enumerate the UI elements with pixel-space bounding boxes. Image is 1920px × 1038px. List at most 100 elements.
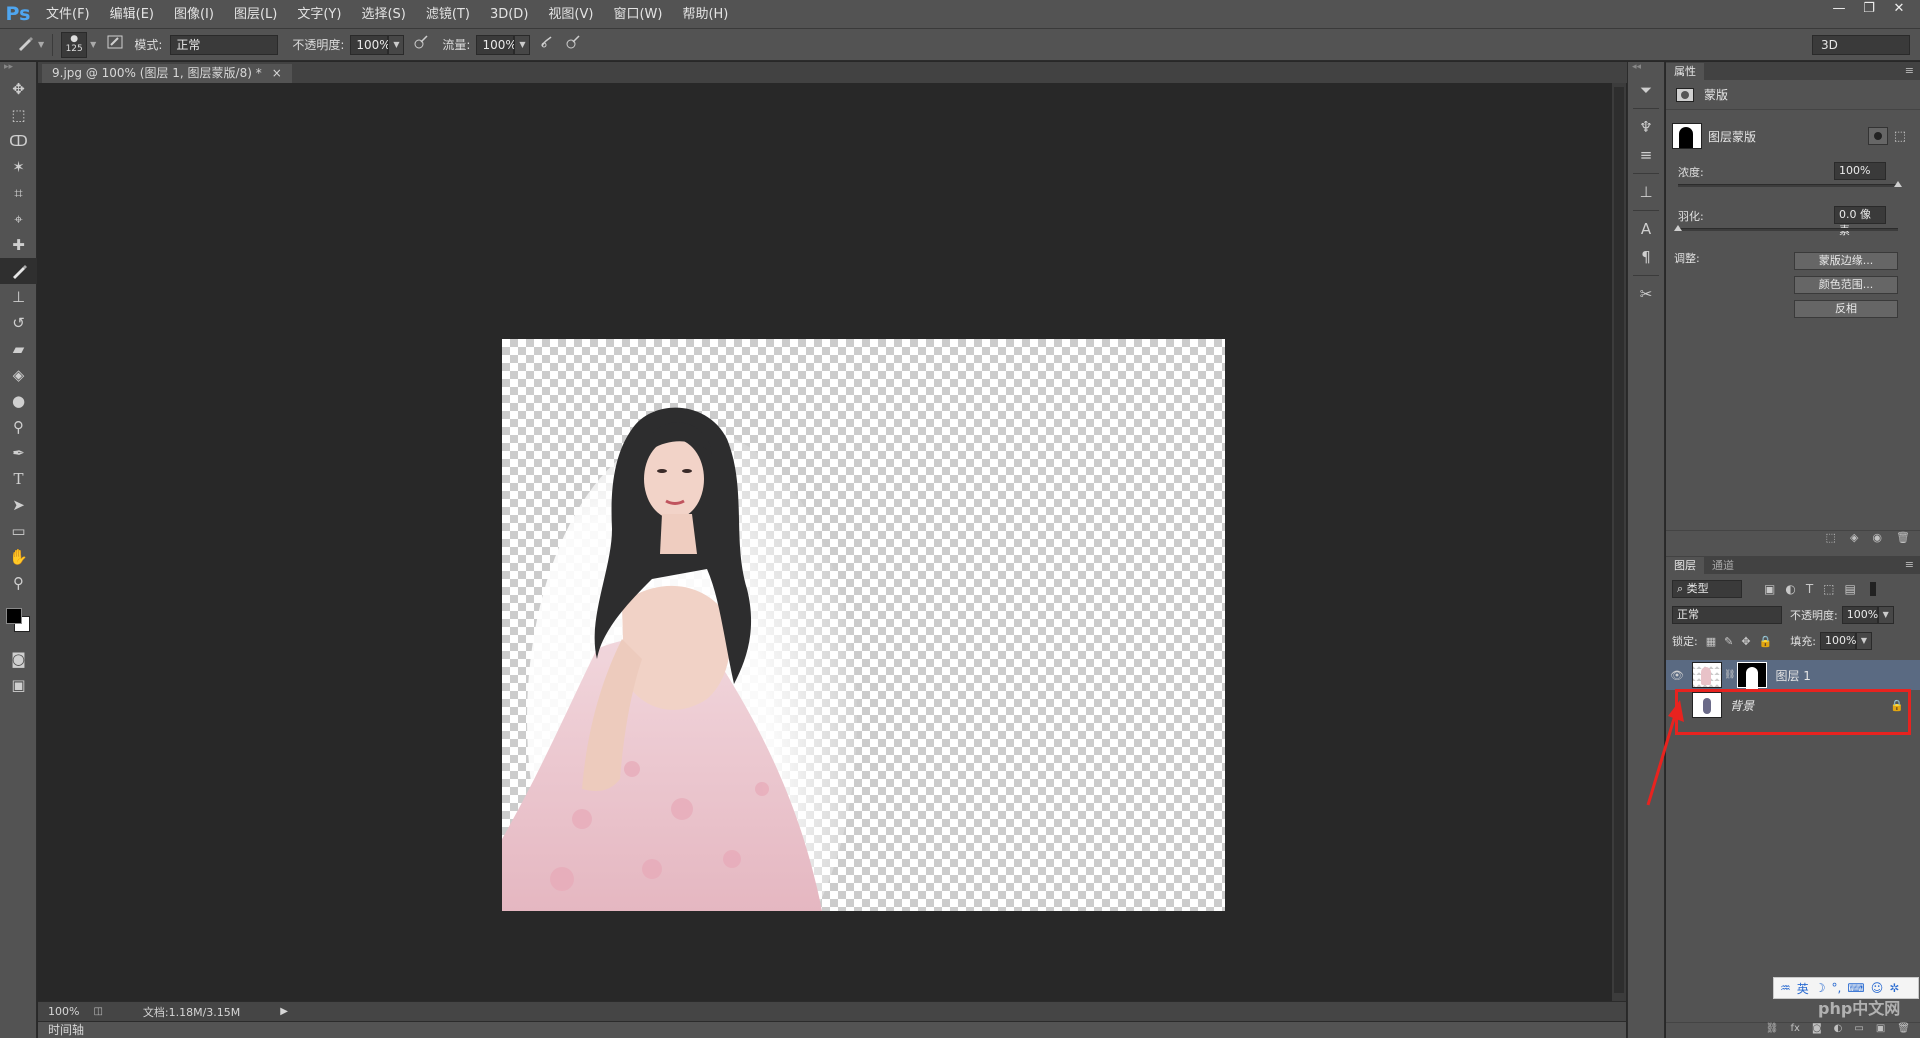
density-slider[interactable] <box>1678 181 1902 187</box>
document-window[interactable] <box>38 83 1612 1001</box>
ime-user-icon[interactable]: ☺ <box>1871 981 1884 995</box>
dodge-tool-icon[interactable]: ⚲ <box>0 414 37 440</box>
rectangle-tool-icon[interactable]: ▭ <box>0 518 37 544</box>
menu-3d[interactable]: 3D(D) <box>480 0 538 29</box>
dock-grip[interactable]: ◂◂ <box>1628 62 1664 76</box>
brush-tool-icon[interactable] <box>0 258 37 284</box>
load-selection-icon[interactable]: ⬚ <box>1826 531 1836 546</box>
history-panel-icon[interactable]: ⏷ <box>1628 76 1664 104</box>
scrollbar-thumb[interactable] <box>1614 87 1624 993</box>
pressure-size-icon[interactable] <box>562 34 584 56</box>
ime-moon-icon[interactable]: ☽ <box>1815 981 1826 995</box>
lock-all-icon[interactable]: 🔒 <box>1759 635 1773 648</box>
quick-mask-icon[interactable]: ◙ <box>0 646 37 672</box>
vertical-scrollbar[interactable] <box>1612 83 1626 1001</box>
zoom-tool-icon[interactable]: ⚲ <box>0 570 37 596</box>
feather-slider[interactable] <box>1674 225 1898 231</box>
chevron-down-icon[interactable]: ▼ <box>1877 606 1894 624</box>
tab-layers[interactable]: 图层 <box>1666 557 1704 574</box>
filter-type-icon[interactable]: T <box>1806 582 1813 596</box>
ime-language-indicator[interactable]: 英 <box>1797 980 1809 997</box>
clone-source-icon[interactable]: ⊥ <box>1628 178 1664 206</box>
paragraph-panel-icon[interactable]: ¶ <box>1628 243 1664 271</box>
magic-wand-tool-icon[interactable]: ✶ <box>0 154 37 180</box>
color-swatches[interactable] <box>0 596 36 646</box>
clone-stamp-tool-icon[interactable]: ⊥ <box>0 284 37 310</box>
document-tab[interactable]: 9.jpg @ 100% (图层 1, 图层蒙版/8) * × <box>42 64 292 83</box>
filter-adjustment-icon[interactable]: ◐ <box>1785 582 1795 596</box>
flow-input[interactable]: 100% <box>476 34 517 55</box>
brush-size-picker[interactable]: ● 125 <box>61 31 88 58</box>
menu-edit[interactable]: 编辑(E) <box>100 0 164 29</box>
blur-tool-icon[interactable]: ● <box>0 388 37 414</box>
toolbar-grip[interactable]: ▸▸ <box>0 62 36 76</box>
new-layer-icon[interactable]: ▣ <box>1876 1023 1885 1038</box>
layer-filter-select[interactable]: ⌕ 类型 <box>1672 580 1742 598</box>
feather-input[interactable]: 0.0 像素 <box>1834 206 1886 237</box>
pressure-opacity-icon[interactable] <box>410 34 432 56</box>
type-tool-icon[interactable]: T <box>0 466 37 492</box>
minimize-button[interactable]: — <box>1824 0 1854 18</box>
opacity-input[interactable]: 100% <box>350 34 391 55</box>
adjustment-layer-icon[interactable]: ◐ <box>1834 1023 1843 1038</box>
menu-filter[interactable]: 滤镜(T) <box>416 0 480 29</box>
pen-tool-icon[interactable]: ✒ <box>0 440 37 466</box>
apply-mask-icon[interactable]: ◈ <box>1850 531 1858 546</box>
menu-file[interactable]: 文件(F) <box>36 0 100 29</box>
tab-channels[interactable]: 通道 <box>1704 557 1742 574</box>
select-vector-mask-icon[interactable]: ⬚ <box>1894 129 1906 144</box>
brush-tool-preset-icon[interactable] <box>14 34 36 56</box>
zoom-level[interactable]: 100% <box>48 1005 79 1018</box>
delete-mask-icon[interactable]: 🗑 <box>1896 531 1910 546</box>
new-group-icon[interactable]: ▭ <box>1854 1023 1863 1038</box>
feather-slider-thumb[interactable] <box>1674 225 1682 231</box>
brush-settings-icon[interactable]: ≡ <box>1628 141 1664 169</box>
fill-input[interactable]: 100% <box>1819 632 1856 650</box>
paint-bucket-tool-icon[interactable]: ◈ <box>0 362 37 388</box>
history-brush-tool-icon[interactable]: ↺ <box>0 310 37 336</box>
close-tab-icon[interactable]: × <box>272 64 282 83</box>
invert-button[interactable]: 反相 <box>1794 300 1898 318</box>
eyedropper-tool-icon[interactable]: ⌖ <box>0 206 37 232</box>
restore-button[interactable]: ❐ <box>1854 0 1884 18</box>
eraser-tool-icon[interactable]: ▰ <box>0 336 37 362</box>
chevron-down-icon[interactable]: ▼ <box>1855 632 1872 650</box>
density-slider-thumb[interactable] <box>1894 181 1902 187</box>
filter-smart-object-icon[interactable]: ▤ <box>1845 582 1856 596</box>
tab-properties[interactable]: 属性 <box>1666 63 1704 80</box>
timeline-panel-tab[interactable]: 时间轴 <box>38 1021 1626 1038</box>
mask-edge-button[interactable]: 蒙版边缘... <box>1794 252 1898 270</box>
menu-layer[interactable]: 图层(L) <box>224 0 287 29</box>
export-icon[interactable]: ◫ <box>93 1006 102 1017</box>
color-range-button[interactable]: 颜色范围... <box>1794 276 1898 294</box>
density-input[interactable]: 100% <box>1834 162 1886 180</box>
marquee-tool-icon[interactable]: ⬚ <box>0 102 37 128</box>
link-icon[interactable]: ⛓ <box>1724 670 1735 680</box>
menu-image[interactable]: 图像(I) <box>164 0 224 29</box>
filter-shape-icon[interactable]: ⬚ <box>1823 582 1834 596</box>
status-menu-arrow-icon[interactable]: ▶ <box>280 1006 288 1017</box>
image-canvas[interactable] <box>502 339 1225 911</box>
brush-presets-icon[interactable]: ♆ <box>1628 113 1664 141</box>
move-tool-icon[interactable]: ✥ <box>0 76 37 102</box>
chevron-down-icon[interactable]: ▼ <box>38 40 44 49</box>
ime-keyboard-icon[interactable]: ⌨ <box>1847 981 1864 995</box>
healing-brush-tool-icon[interactable]: ✚ <box>0 232 37 258</box>
menu-view[interactable]: 视图(V) <box>538 0 603 29</box>
hand-tool-icon[interactable]: ✋ <box>0 544 37 570</box>
panel-menu-icon[interactable]: ≡ <box>1905 558 1914 571</box>
filter-pixel-icon[interactable]: ▣ <box>1764 582 1775 596</box>
tool-presets-icon[interactable]: ✂ <box>1628 280 1664 308</box>
ime-punct-icon[interactable]: °, <box>1832 981 1842 995</box>
lock-transparent-icon[interactable]: ▦ <box>1706 635 1716 648</box>
layer-style-icon[interactable]: fx <box>1791 1023 1800 1038</box>
screen-mode-icon[interactable]: ▣ <box>0 672 37 698</box>
layer-mask-thumbnail[interactable] <box>1737 662 1768 689</box>
foreground-color-swatch[interactable] <box>6 608 22 624</box>
add-mask-icon[interactable]: ◙ <box>1812 1023 1822 1038</box>
close-button[interactable]: ✕ <box>1884 0 1914 18</box>
link-layers-icon[interactable]: ⛓ <box>1766 1023 1779 1038</box>
disable-mask-icon[interactable]: ◉ <box>1872 531 1882 546</box>
delete-layer-icon[interactable]: 🗑 <box>1897 1023 1910 1038</box>
ime-settings-icon[interactable]: ✲ <box>1889 981 1899 995</box>
